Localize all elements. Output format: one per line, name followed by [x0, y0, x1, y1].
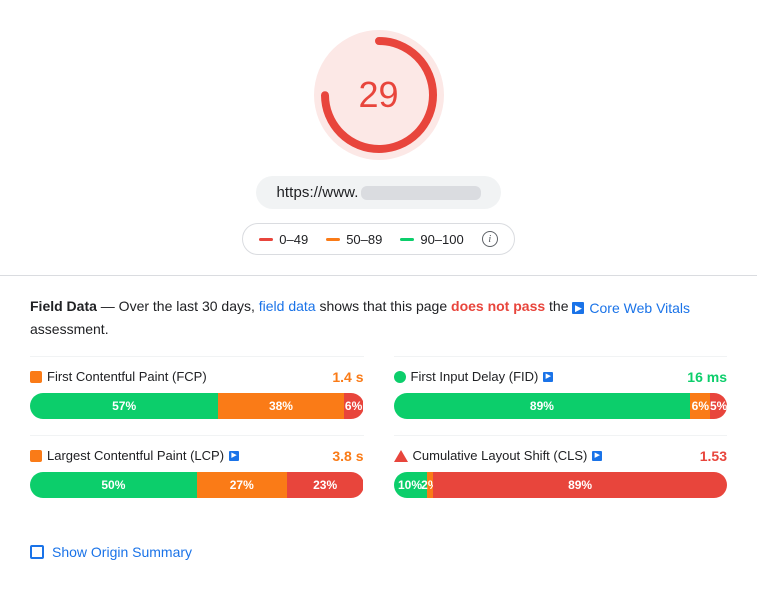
metric-header-lcp: Largest Contentful Paint (LCP) ▶ 3.8 s	[30, 448, 364, 464]
metric-bar-cls: 10%2%89%	[394, 472, 728, 498]
field-data-desc-prefix: — Over the last 30 days,	[101, 298, 259, 314]
score-value: 29	[314, 30, 444, 160]
bar-seg-red-cls: 89%	[433, 472, 727, 498]
metric-value-lcp: 3.8 s	[332, 448, 363, 464]
legend-label-orange: 50–89	[346, 232, 382, 247]
metric-bar-lcp: 50%27%23%	[30, 472, 364, 498]
field-data-description: Field Data — Over the last 30 days, fiel…	[30, 296, 727, 340]
url-redacted	[361, 186, 481, 200]
metric-title-lcp: Largest Contentful Paint (LCP) ▶	[30, 448, 239, 463]
metric-flag-lcp: ▶	[229, 451, 239, 461]
metric-title-text-fcp: First Contentful Paint (FCP)	[47, 369, 207, 384]
bar-seg-orange-fcp: 38%	[218, 393, 343, 419]
metric-block-fid: First Input Delay (FID) ▶ 16 ms 89%6%5%	[394, 356, 728, 435]
metric-title-text-lcp: Largest Contentful Paint (LCP)	[47, 448, 224, 463]
bar-seg-red-fid: 5%	[710, 393, 727, 419]
metric-block-cls: Cumulative Layout Shift (CLS) ▶ 1.53 10%…	[394, 435, 728, 514]
show-origin-button[interactable]: Show Origin Summary	[30, 540, 192, 564]
legend-dot-red	[259, 238, 273, 241]
bar-seg-orange-lcp: 27%	[197, 472, 287, 498]
field-data-label: Field Data	[30, 298, 97, 314]
metrics-grid: First Contentful Paint (FCP) 1.4 s 57%38…	[30, 356, 727, 514]
metric-header-cls: Cumulative Layout Shift (CLS) ▶ 1.53	[394, 448, 728, 464]
metric-title-cls: Cumulative Layout Shift (CLS) ▶	[394, 448, 603, 463]
metric-flag-cls: ▶	[592, 451, 602, 461]
score-circle: 29	[314, 30, 444, 160]
field-data-desc-mid: shows that this page	[316, 298, 451, 314]
metric-value-cls: 1.53	[700, 448, 727, 464]
show-origin-section: Show Origin Summary	[0, 524, 757, 584]
legend-dot-green	[400, 238, 414, 241]
legend-item-green: 90–100	[400, 232, 463, 247]
metric-icon-fcp	[30, 371, 42, 383]
field-data-desc-suffix: the	[545, 298, 572, 314]
metric-bar-fcp: 57%38%6%	[30, 393, 364, 419]
show-origin-checkbox-icon	[30, 545, 44, 559]
metric-value-fcp: 1.4 s	[332, 369, 363, 385]
metric-value-fid: 16 ms	[687, 369, 727, 385]
url-display: https://www.	[256, 176, 500, 209]
field-data-fail-text: does not pass	[451, 298, 545, 314]
field-data-section: Field Data — Over the last 30 days, fiel…	[0, 276, 757, 524]
bar-seg-red-lcp: 23%	[287, 472, 364, 498]
cwv-link[interactable]: ▶ Core Web Vitals	[572, 298, 690, 319]
metric-block-fcp: First Contentful Paint (FCP) 1.4 s 57%38…	[30, 356, 364, 435]
bar-seg-green-fcp: 57%	[30, 393, 218, 419]
bar-seg-orange-cls: 2%	[427, 472, 434, 498]
score-section: 29 https://www. 0–49 50–89 90–100 i	[0, 0, 757, 275]
legend-dot-orange	[326, 238, 340, 241]
show-origin-label: Show Origin Summary	[52, 544, 192, 560]
legend-label-green: 90–100	[420, 232, 463, 247]
metric-icon-lcp	[30, 450, 42, 462]
metric-title-fid: First Input Delay (FID) ▶	[394, 369, 554, 384]
metric-title-text-cls: Cumulative Layout Shift (CLS)	[413, 448, 588, 463]
cwv-flag-icon: ▶	[572, 302, 584, 314]
bar-seg-orange-fid: 6%	[690, 393, 710, 419]
legend-info-icon[interactable]: i	[482, 231, 498, 247]
bar-seg-green-fid: 89%	[394, 393, 691, 419]
metric-flag-fid: ▶	[543, 372, 553, 382]
score-legend: 0–49 50–89 90–100 i	[242, 223, 514, 255]
field-data-assessment: assessment.	[30, 321, 109, 337]
cwv-link-text: Core Web Vitals	[589, 298, 690, 319]
metric-icon-cls	[394, 450, 408, 462]
metric-header-fcp: First Contentful Paint (FCP) 1.4 s	[30, 369, 364, 385]
bar-seg-red-fcp: 6%	[344, 393, 364, 419]
metric-title-fcp: First Contentful Paint (FCP)	[30, 369, 207, 384]
metric-header-fid: First Input Delay (FID) ▶ 16 ms	[394, 369, 728, 385]
metric-title-text-fid: First Input Delay (FID)	[411, 369, 539, 384]
url-text: https://www.	[276, 184, 358, 201]
legend-item-red: 0–49	[259, 232, 308, 247]
bar-seg-green-lcp: 50%	[30, 472, 197, 498]
field-data-link[interactable]: field data	[259, 298, 316, 314]
legend-item-orange: 50–89	[326, 232, 382, 247]
legend-label-red: 0–49	[279, 232, 308, 247]
metric-bar-fid: 89%6%5%	[394, 393, 728, 419]
metric-icon-fid	[394, 371, 406, 383]
metric-block-lcp: Largest Contentful Paint (LCP) ▶ 3.8 s 5…	[30, 435, 364, 514]
